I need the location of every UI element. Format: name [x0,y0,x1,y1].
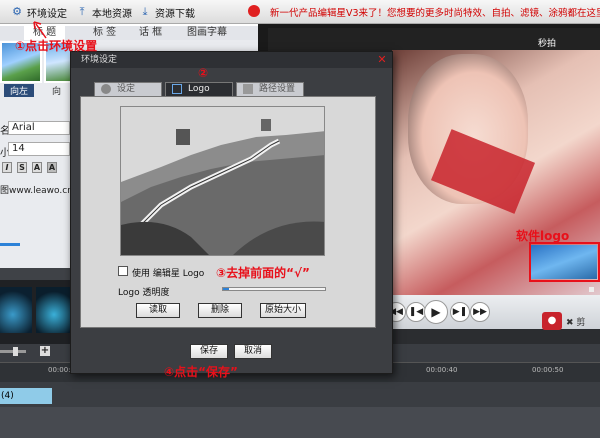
gear-icon: ⚙ [12,5,22,18]
local-resources-label: 本地资源 [92,8,132,20]
opacity-label: Logo 透明度 [118,288,170,298]
download-icon: ⤓ [142,5,148,18]
delete-button[interactable]: 删除 [198,303,242,318]
tab-bubble[interactable]: 话 框 [130,26,171,40]
upload-icon: ⤒ [79,5,85,18]
timeline-clip[interactable]: (4) [0,388,52,404]
arrow-icon [33,21,47,39]
strike-button[interactable]: S [17,162,27,173]
env-settings-button[interactable]: ⚙ 环境设定 [10,3,67,21]
scroll-marker[interactable] [589,287,594,292]
tab-logo[interactable]: Logo [165,82,233,96]
env-settings-label: 环境设定 [27,8,67,20]
record-mic-icon[interactable]: ● [542,312,562,330]
timeline-lower-track [0,407,600,438]
logo-icon [172,84,182,94]
logo-highlight-frame [529,242,600,282]
logo-image-preview [120,106,325,256]
use-logo-checkbox[interactable] [118,266,128,276]
zoom-slider-thumb[interactable] [13,347,18,356]
tab-settings[interactable]: 设定 [94,82,162,96]
step2-annotation: ② [198,66,209,80]
resource-download-label: 资源下载 [155,8,195,20]
tick-label: 00:00:50 [532,366,564,374]
use-logo-label: 使用 编辑星 Logo [132,269,205,279]
zoom-in-icon[interactable]: + [40,346,50,356]
crop-icon[interactable]: ✖ 剪 [566,315,585,328]
preview-watermark: 秒拍 [538,39,557,49]
read-button[interactable]: 读取 [136,303,180,318]
local-resources-button[interactable]: ⤒ 本地资源 [75,3,132,21]
font-select[interactable]: Arial [8,121,70,135]
step1-annotation: ①点击环境设置 [15,39,98,53]
software-logo-annotation: 软件logo [516,229,570,243]
effect-thumb-1[interactable] [0,287,32,333]
opacity-slider-fill [223,288,229,290]
step-forward-button[interactable]: ▶❚ [450,302,470,322]
thumb-label-2: 向 [52,87,62,97]
effect-thumb-2[interactable] [36,287,72,333]
news-marquee[interactable]: 新一代产品编辑星V3来了！您想要的更多时尚特效、自拍、滤镜、涂鸦都在这里 [270,5,600,19]
folder-icon [243,84,253,94]
opacity-slider[interactable] [222,287,326,291]
step-back-button[interactable]: ❚◀ [406,302,426,322]
great-wall-image [121,107,324,255]
tab-settings-label: 设定 [117,84,136,94]
watermark-text: 图www.leawo.cn [0,186,73,196]
play-button[interactable]: ▶ [424,300,448,324]
font-bg-button[interactable]: A [47,162,57,173]
tab-logo-label: Logo [188,84,210,94]
tab-caption[interactable]: 图画字幕 [178,26,236,40]
gear-icon [101,84,111,94]
cancel-button[interactable]: 取消 [234,344,272,359]
alert-icon [248,5,260,17]
resource-download-button[interactable]: ⤓ 资源下载 [138,3,195,21]
next-frame-button[interactable]: ▶▶ [470,302,490,322]
tab-path-settings[interactable]: 路径设置 [236,82,304,96]
step4-annotation: ④点击“保存” [164,365,238,379]
font-color-button[interactable]: A [32,162,42,173]
step3-annotation: ③去掉前面的“√” [216,266,310,280]
original-size-button[interactable]: 原始大小 [260,303,306,318]
tick-label: 00:00:40 [426,366,458,374]
thumb-label-1: 向左 [4,84,35,97]
italic-button[interactable]: I [2,162,12,173]
save-button[interactable]: 保存 [190,344,228,359]
dialog-title: 环境设定 [71,52,392,68]
tab-path-label: 路径设置 [259,84,296,94]
close-icon[interactable]: ✕ [376,53,388,67]
progress-indicator [0,243,20,246]
size-field[interactable]: 14 [8,142,70,156]
